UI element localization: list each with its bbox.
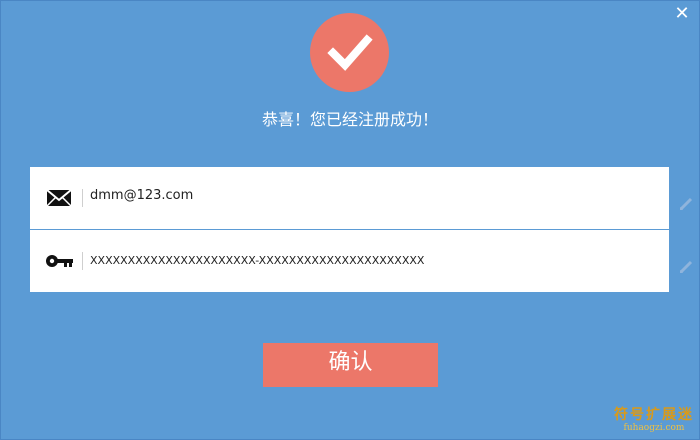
envelope-icon [45,185,75,211]
watermark-text-cn: 符号扩展迷 [614,407,694,423]
close-icon: ✕ [674,3,690,24]
confirm-button[interactable]: 确认 [263,343,438,387]
key-row: XXXXXXXXXXXXXXXXXXXXXX-XXXXXXXXXXXXXXXXX… [30,230,669,292]
account-info-card: dmm@123.com XXXXXXXXXXXXXXXXXXXXXX-XXXXX… [30,167,669,292]
edit-email-pencil-icon[interactable] [679,196,693,211]
success-title: 恭喜！您已经注册成功！ [261,110,438,129]
separator [82,252,83,270]
email-row: dmm@123.com [30,167,669,230]
watermark-logo: 符号扩展迷 fuhaogzi.com [614,404,694,433]
close-button[interactable]: ✕ [672,4,692,24]
license-key-value: XXXXXXXXXXXXXXXXXXXXXX-XXXXXXXXXXXXXXXXX… [90,254,425,267]
edit-key-pencil-icon[interactable] [679,259,693,274]
watermark-text-en: fuhaogzi.com [623,423,685,433]
separator [82,189,83,207]
email-value: dmm@123.com [90,188,194,203]
success-check-icon [310,13,389,92]
key-icon [45,248,75,274]
